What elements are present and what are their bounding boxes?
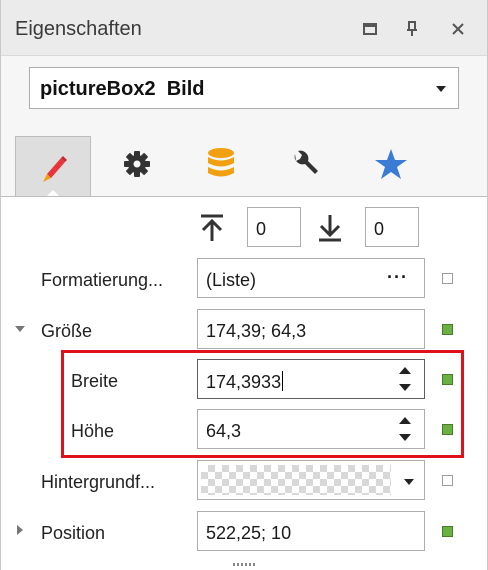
spin-buttons[interactable] bbox=[398, 415, 412, 445]
wrench-icon bbox=[294, 150, 318, 174]
property-value: 174,39; 64,3 bbox=[206, 321, 307, 341]
property-row-groesse: Größe 174,39; 64,3 bbox=[1, 309, 487, 353]
properties-panel: Eigenschaften pictureBox2 Bild 0 0 Forma… bbox=[0, 0, 488, 570]
property-row-breite: Breite 174,3933 bbox=[1, 359, 487, 403]
breite-spin-input[interactable]: 174,3933 bbox=[197, 359, 425, 399]
property-label: Größe bbox=[41, 321, 93, 341]
property-row-formatierung: Formatierung... (Liste) ··· bbox=[1, 258, 487, 302]
spin-up-icon[interactable] bbox=[399, 417, 411, 424]
resize-grip[interactable] bbox=[233, 563, 257, 566]
text-cursor bbox=[282, 371, 284, 391]
tab-data[interactable] bbox=[183, 134, 259, 194]
spin-down-icon[interactable] bbox=[399, 384, 411, 391]
panel-titlebar: Eigenschaften bbox=[1, 0, 487, 56]
spin-buttons[interactable] bbox=[398, 365, 412, 395]
tab-appearance[interactable] bbox=[15, 136, 91, 199]
hintergrund-color-dropdown[interactable] bbox=[197, 460, 425, 500]
property-row-position: Position 522,25; 10 bbox=[1, 511, 487, 555]
object-selector-dropdown[interactable]: pictureBox2 Bild bbox=[29, 67, 459, 109]
database-icon bbox=[208, 148, 234, 177]
property-label: Formatierung... bbox=[41, 270, 164, 290]
close-icon bbox=[452, 23, 464, 35]
arrow-up-to-line-icon[interactable] bbox=[199, 213, 225, 243]
sort-top-input[interactable]: 0 bbox=[247, 207, 301, 247]
property-value: (Liste) bbox=[206, 270, 257, 290]
property-set-marker[interactable] bbox=[442, 424, 453, 435]
chevron-down-icon bbox=[436, 86, 446, 92]
property-set-marker[interactable] bbox=[442, 324, 453, 335]
property-row-hintergrund: Hintergrundf... bbox=[1, 460, 487, 504]
tab-favorites[interactable] bbox=[353, 134, 429, 194]
close-button[interactable] bbox=[445, 16, 471, 42]
property-grid: 0 0 Formatierung... (Liste) ··· Größe 17… bbox=[1, 197, 487, 570]
property-label: Höhe bbox=[71, 421, 115, 441]
pin-button[interactable] bbox=[399, 16, 425, 42]
property-value-wrap: 174,3933 bbox=[206, 371, 284, 393]
transparent-swatch bbox=[201, 465, 391, 495]
property-default-marker[interactable] bbox=[442, 475, 453, 486]
property-default-marker[interactable] bbox=[442, 273, 453, 284]
property-set-marker[interactable] bbox=[442, 374, 453, 385]
pin-icon bbox=[407, 21, 417, 36]
brush-icon bbox=[43, 155, 67, 182]
property-label: Position bbox=[41, 523, 106, 543]
groesse-value-field[interactable]: 174,39; 64,3 bbox=[197, 309, 425, 349]
property-row-hoehe: Höhe 64,3 bbox=[1, 409, 487, 453]
selected-object-name: pictureBox2 Bild bbox=[40, 78, 205, 100]
chevron-down-icon bbox=[404, 479, 414, 485]
sort-bottom-input[interactable]: 0 bbox=[365, 207, 419, 247]
maximize-button[interactable] bbox=[357, 16, 383, 42]
property-set-marker[interactable] bbox=[442, 526, 453, 537]
window-icon bbox=[363, 23, 377, 35]
property-value: 522,25; 10 bbox=[206, 523, 292, 543]
spin-down-icon[interactable] bbox=[399, 434, 411, 441]
sort-bar: 0 0 bbox=[1, 207, 487, 249]
formatierung-value-field[interactable]: (Liste) ··· bbox=[197, 258, 425, 298]
tab-behavior[interactable] bbox=[99, 134, 175, 194]
property-label: Breite bbox=[71, 371, 119, 391]
arrow-down-to-line-icon[interactable] bbox=[317, 213, 343, 243]
panel-title: Eigenschaften bbox=[15, 18, 142, 40]
expand-arrow-icon[interactable] bbox=[15, 326, 25, 332]
category-tabs bbox=[1, 134, 487, 199]
position-value-field[interactable]: 522,25; 10 bbox=[197, 511, 425, 551]
star-icon bbox=[375, 149, 407, 179]
gear-icon bbox=[124, 151, 150, 177]
property-label: Hintergrundf... bbox=[41, 472, 156, 492]
property-value: 174,3933 bbox=[206, 372, 282, 392]
property-value: 64,3 bbox=[206, 421, 242, 441]
hoehe-spin-input[interactable]: 64,3 bbox=[197, 409, 425, 449]
tab-tools[interactable] bbox=[267, 134, 343, 194]
spin-up-icon[interactable] bbox=[399, 367, 411, 374]
expand-arrow-icon[interactable] bbox=[17, 525, 23, 535]
ellipsis-button[interactable]: ··· bbox=[387, 267, 408, 288]
